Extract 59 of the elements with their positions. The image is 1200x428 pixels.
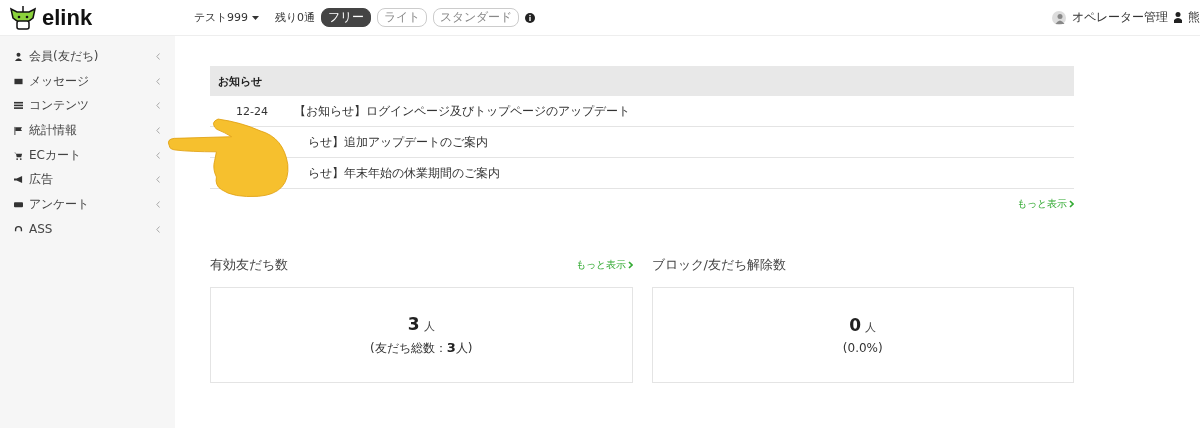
plan-badge: ライト — [377, 8, 427, 27]
info-icon[interactable] — [525, 12, 535, 23]
sidebar-item[interactable]: ECカート — [0, 142, 164, 168]
sidebar-item[interactable]: コンテンツ — [0, 93, 164, 119]
chevron-left-icon — [156, 200, 160, 208]
chevron-left-icon — [156, 225, 160, 233]
chevron-left-icon — [156, 126, 160, 134]
notice-title[interactable]: 【お知らせ】ログインページ及びトップページのアップデート — [294, 102, 630, 120]
chevron-left-icon — [156, 52, 160, 60]
stat-title: 有効友だち数 — [210, 256, 288, 274]
stat-title: ブロック/友だち解除数 — [651, 256, 786, 274]
sidebar-label: メッセージ — [29, 72, 90, 90]
chevron-right-icon — [627, 261, 633, 269]
chevron-left-icon — [156, 176, 160, 184]
stat-value: 3 — [407, 313, 420, 334]
megaphone-icon — [14, 175, 23, 185]
user-name[interactable]: 熊 — [1188, 9, 1200, 26]
stat-subunit: 人) — [455, 339, 473, 357]
stat-unit: 人 — [865, 320, 877, 335]
sidebar-label: 統計情報 — [29, 121, 78, 139]
sidebar-label: アンケート — [29, 195, 90, 213]
chevron-left-icon — [156, 151, 160, 159]
sidebar-item[interactable]: 会員(友だち) — [0, 44, 164, 69]
stat-subvalue: 3 — [446, 339, 456, 355]
user-icon — [14, 51, 23, 61]
stat-subtext: (友だち総数： — [370, 339, 447, 357]
sidebar-label: ASS — [29, 222, 54, 237]
sidebar-item[interactable]: 統計情報 — [0, 118, 164, 143]
list-icon — [14, 101, 23, 111]
dog-logo-icon — [8, 4, 38, 31]
stat-subtext: (0.0%) — [842, 341, 883, 355]
sidebar-label: コンテンツ — [29, 97, 90, 115]
sidebar-item[interactable]: 広告 — [0, 167, 164, 193]
notice-header: お知らせ — [210, 66, 1074, 96]
notice-date: 12-24 — [235, 104, 269, 118]
operator-link[interactable]: オペレーター管理 — [1072, 9, 1168, 26]
sidebar-label: 広告 — [29, 171, 54, 189]
logo-text[interactable]: elink — [42, 4, 93, 31]
chevron-left-icon — [156, 77, 160, 85]
sidebar-label: 会員(友だち) — [29, 47, 100, 65]
flag-icon — [14, 125, 23, 135]
notice-title[interactable]: らせ】追加アップデートのご案内 — [308, 133, 488, 151]
chevron-left-icon — [156, 102, 160, 110]
caret-down-icon — [252, 15, 259, 20]
plan-badge: フリー — [321, 8, 371, 27]
account-dropdown[interactable]: テスト999 — [194, 10, 248, 25]
remaining-count: 残り0通 — [275, 10, 315, 25]
operator-avatar-icon — [1052, 10, 1066, 25]
plan-badge: スタンダード — [433, 8, 519, 27]
chevron-right-icon — [1069, 200, 1074, 208]
sidebar-item[interactable]: メッセージ — [0, 68, 164, 94]
sidebar-item[interactable]: アンケート — [0, 192, 164, 217]
stat-unit: 人 — [423, 318, 435, 334]
sidebar-label: ECカート — [29, 146, 82, 164]
headset-icon — [14, 224, 23, 234]
sidebar-item[interactable]: ASS — [0, 216, 164, 242]
user-icon — [1174, 12, 1182, 23]
notice-title[interactable]: らせ】年末年始の休業期間のご案内 — [308, 164, 500, 182]
stat-value: 0 — [849, 315, 862, 335]
